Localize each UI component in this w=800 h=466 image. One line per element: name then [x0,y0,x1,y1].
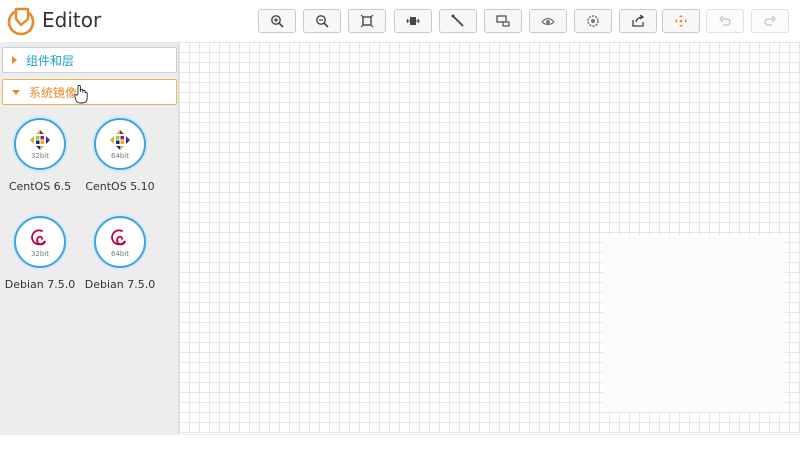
os-bits-label: 32bit [30,250,50,258]
hand-cursor-icon [74,84,88,104]
panel-system-images[interactable]: 系统镜像 [2,79,177,105]
fit-screen-icon [360,14,374,28]
os-image-badge: 32bit [14,216,66,268]
connector-icon [451,14,464,27]
settings-icon [587,15,599,27]
fit-screen-button[interactable] [348,9,386,33]
actual-size-button[interactable] [394,9,432,33]
redo-button[interactable] [751,9,789,33]
zoom-in-icon [271,15,284,28]
export-button[interactable] [619,9,657,33]
editor-logo-icon [7,7,35,36]
os-image-name: Debian 7.5.0 [84,278,156,291]
settings-button[interactable] [574,9,612,33]
os-image-item[interactable]: 64bit Debian 7.5.0 [80,216,160,291]
os-image-name: Debian 7.5.0 [4,278,76,291]
export-icon [632,14,645,27]
visibility-icon [541,17,555,26]
os-image-name: CentOS 6.5 [8,180,72,193]
app-title: Editor [42,8,102,32]
centos-icon [30,130,50,150]
os-image-badge: 64bit [94,118,146,170]
os-bits-label: 64bit [110,250,130,258]
sidebar: 组件和层 系统镜像 32bit CentOS 6.5 64bit CentOS … [0,42,179,434]
os-image-badge: 32bit [14,118,66,170]
outline-icon [496,15,510,27]
zoom-in-button[interactable] [258,9,296,33]
panel-components-layers[interactable]: 组件和层 [2,47,177,73]
os-bits-label: 64bit [110,152,130,160]
os-bits-label: 32bit [30,152,50,160]
centos-icon [110,130,130,150]
overview-panel[interactable] [603,236,785,412]
os-image-name: CentOS 5.10 [85,180,155,193]
debian-icon [111,229,126,246]
header: Editor [0,0,800,42]
os-image-badge: 64bit [94,216,146,268]
panel-label: 系统镜像 [29,85,78,100]
os-image-item[interactable]: 64bit CentOS 5.10 [80,118,160,193]
redo-icon [764,15,776,26]
expanded-arrow-icon [12,89,20,95]
debian-icon [31,229,46,246]
zoom-out-button[interactable] [303,9,341,33]
zoom-out-icon [316,15,329,28]
undo-button[interactable] [706,9,744,33]
move-icon [675,15,687,27]
undo-icon [719,15,731,26]
actual-size-icon [406,17,420,25]
os-image-item[interactable]: 32bit Debian 7.5.0 [0,216,80,291]
panel-label: 组件和层 [26,53,75,68]
visibility-button[interactable] [529,9,567,33]
outline-button[interactable] [484,9,522,33]
collapsed-arrow-icon [12,56,17,64]
connector-button[interactable] [439,9,477,33]
os-image-item[interactable]: 32bit CentOS 6.5 [0,118,80,193]
footer [0,434,800,466]
move-button[interactable] [662,9,700,33]
